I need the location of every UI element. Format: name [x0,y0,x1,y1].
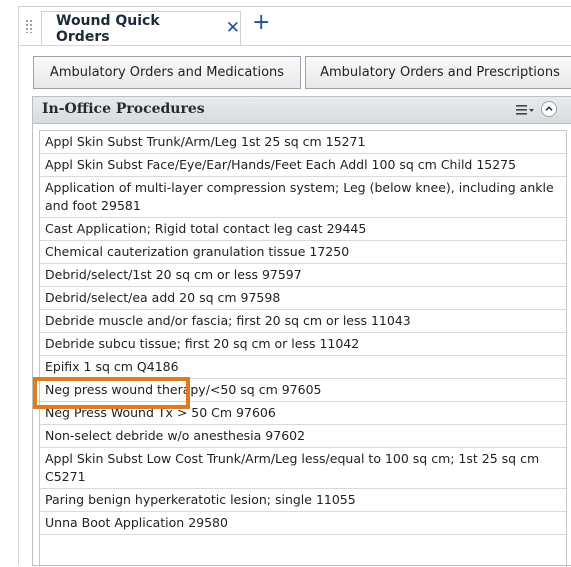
list-item[interactable]: Cast Application; Rigid total contact le… [40,218,566,241]
drag-grip-icon[interactable] [25,19,33,33]
collapse-panel-icon[interactable] [541,101,557,117]
list-item[interactable]: Paring benign hyperkeratotic lesion; sin… [40,489,566,512]
panel-menu-icon[interactable] [516,103,536,117]
procedure-list: Appl Skin Subst Trunk/Arm/Leg 1st 25 sq … [39,130,567,567]
add-tab-icon[interactable]: + [252,12,270,34]
tab-wound-quick-orders[interactable]: Wound Quick Orders ✕ [41,11,241,45]
panel-title: In-Office Procedures [42,101,205,117]
list-item[interactable]: Appl Skin Subst Face/Eye/Ear/Hands/Feet … [40,154,566,177]
ambulatory-orders-prescriptions-button[interactable]: Ambulatory Orders and Prescriptions [305,56,571,89]
list-item[interactable]: Application of multi-layer compression s… [40,177,566,218]
list-item[interactable]: Debride subcu tissue; first 20 sq cm or … [40,333,566,356]
list-item[interactable]: Debrid/select/ea add 20 sq cm 97598 [40,287,566,310]
tab-bar: Wound Quick Orders ✕ + [19,7,571,46]
panel-header: In-Office Procedures [33,97,571,124]
close-tab-icon[interactable]: ✕ [226,20,240,37]
tab-label: Wound Quick Orders [56,12,160,45]
list-item[interactable]: Debride muscle and/or fascia; first 20 s… [40,310,566,333]
list-item[interactable]: Debrid/select/1st 20 sq cm or less 97597 [40,264,566,287]
list-item[interactable]: Neg press wound therapy/<50 sq cm 97605 [40,379,566,402]
list-item-epifix[interactable]: Epifix 1 sq cm Q4186 [40,356,566,379]
quick-orders-window: Wound Quick Orders ✕ + Ambulatory Orders… [18,6,571,567]
in-office-procedures-panel: In-Office Procedures Appl Skin Subst Tru… [32,96,571,567]
ambulatory-orders-medications-button[interactable]: Ambulatory Orders and Medications [33,56,301,89]
list-item[interactable]: Appl Skin Subst Trunk/Arm/Leg 1st 25 sq … [40,131,566,154]
list-item[interactable]: Chemical cauterization granulation tissu… [40,241,566,264]
list-item[interactable]: Unna Boot Application 29580 [40,512,566,535]
list-item[interactable]: Appl Skin Subst Low Cost Trunk/Arm/Leg l… [40,448,566,489]
list-item[interactable]: Neg Press Wound Tx > 50 Cm 97606 [40,402,566,425]
list-item[interactable]: Non-select debride w/o anesthesia 97602 [40,425,566,448]
